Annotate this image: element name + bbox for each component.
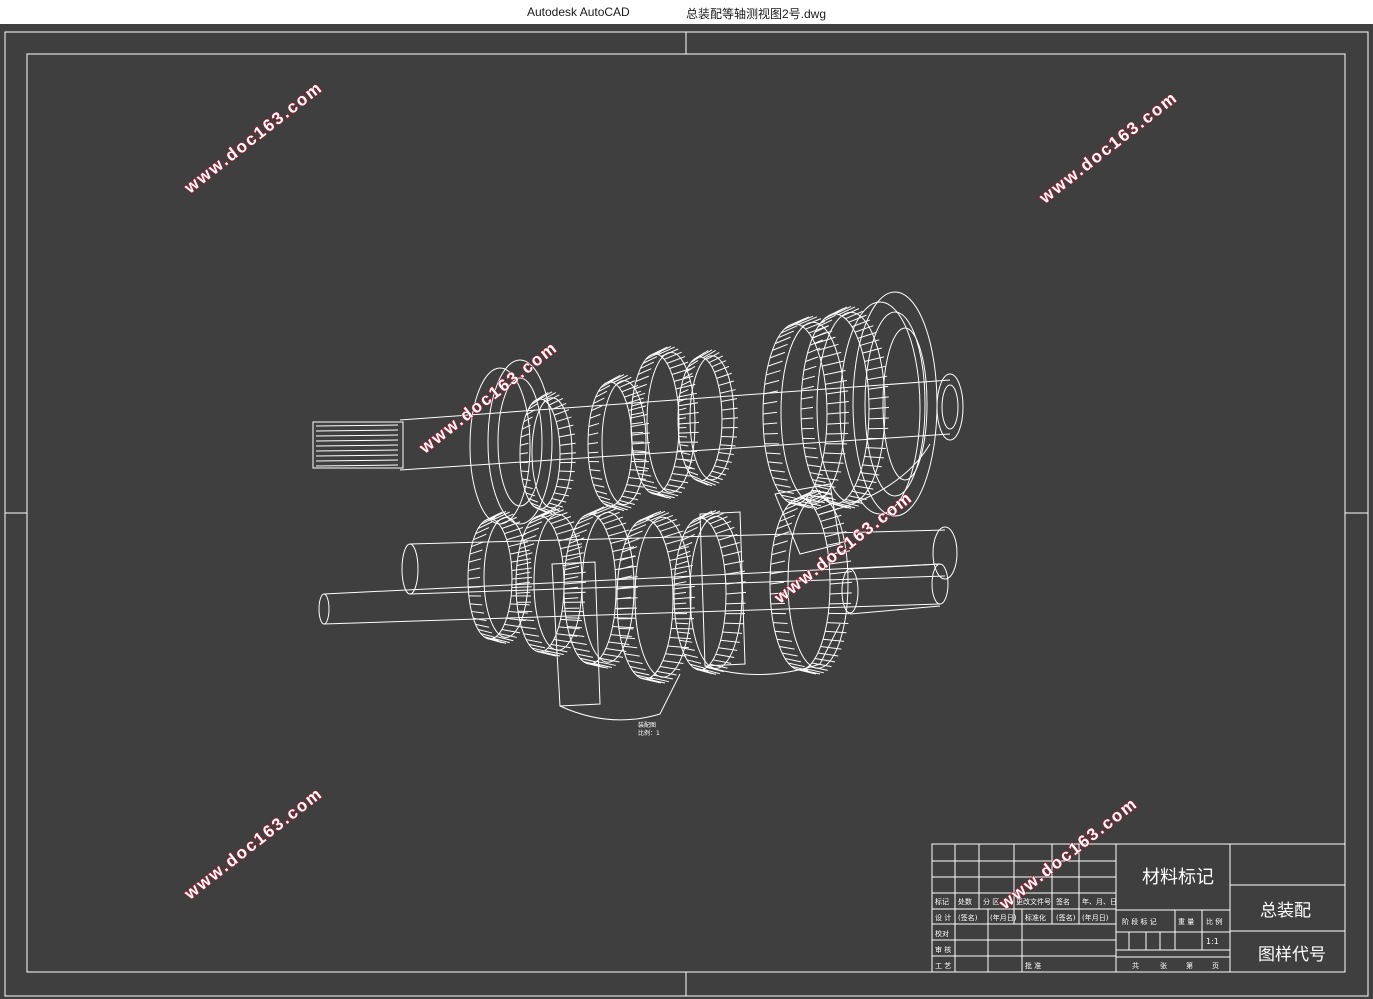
- spline-tooth: [315, 434, 399, 437]
- spline-tooth: [315, 429, 399, 432]
- sheet-page: 页: [1212, 962, 1219, 970]
- material-mark-label: 材料标记: [1142, 867, 1214, 888]
- row-design-date: (年月日): [990, 913, 1017, 922]
- watermark-top-right: www.doc163.com: [1035, 87, 1181, 207]
- row-check: 校对: [935, 929, 949, 938]
- rev-mark-header: 标记: [935, 897, 949, 906]
- scale-header: 比 例: [1206, 917, 1222, 926]
- spline-tooth: [315, 439, 399, 442]
- gear: [673, 509, 747, 675]
- spline-tooth: [315, 444, 399, 447]
- drawing-code-label: 图样代号: [1258, 945, 1326, 965]
- spline-tooth: [315, 454, 399, 457]
- gear: [467, 510, 533, 644]
- sheet-number: 第: [1186, 961, 1193, 970]
- sheet-sheets: 张: [1160, 961, 1167, 970]
- rev-date-header: 年、月、日: [1082, 897, 1117, 906]
- drawing-canvas[interactable]: 装配图 比例：1 材料标记 总装配 图样代号 1:1 标记 处数 分 区 更改文…: [0, 24, 1373, 999]
- watermark-top-left: www.doc163.com: [180, 77, 326, 197]
- spline-tooth: [315, 464, 399, 467]
- gear: [519, 391, 577, 515]
- sheet-inner-border: [26, 53, 1346, 973]
- watermark-bottom-left: www.doc163.com: [180, 783, 326, 903]
- window-titlebar: Autodesk AutoCAD 总装配等轴测视图2号.dwg: [0, 0, 1373, 24]
- sheet-total: 共: [1132, 961, 1139, 970]
- gear: [762, 315, 850, 509]
- row-standard-date: (年月日): [1082, 913, 1109, 922]
- row-review: 审 核: [935, 945, 951, 954]
- spline-tooth: [315, 449, 399, 452]
- row-design: 设 计: [935, 913, 951, 922]
- watermark-bottom-right: www.doc163.com: [995, 793, 1141, 913]
- spline-tooth: [315, 459, 399, 462]
- row-standard-sign: (签名): [1056, 913, 1076, 922]
- rev-signature-header: 签名: [1056, 897, 1070, 906]
- weight-header: 重 量: [1178, 918, 1194, 926]
- file-title: 总装配等轴测视图2号.dwg: [686, 7, 827, 21]
- rev-count-header: 处数: [958, 897, 972, 906]
- gear: [630, 345, 700, 499]
- row-approve: 批 准: [1025, 961, 1041, 970]
- row-process: 工 艺: [935, 962, 951, 970]
- row-standardization: 标准化: [1025, 913, 1046, 922]
- watermark-center-lower: www.doc163.com: [770, 487, 916, 607]
- scale-value: 1:1: [1206, 937, 1219, 946]
- row-design-sign: (签名): [958, 913, 978, 922]
- spline-tooth: [315, 424, 399, 427]
- gearbox-assembly-drawing: [312, 291, 964, 721]
- app-title: Autodesk AutoCAD: [527, 5, 630, 19]
- drawing-caption-scale: 比例：1: [638, 729, 660, 737]
- drawing-caption-title: 装配图: [638, 721, 656, 729]
- stage-mark-header: 阶 段 标 记: [1122, 917, 1157, 926]
- drawing-name: 总装配: [1260, 901, 1311, 921]
